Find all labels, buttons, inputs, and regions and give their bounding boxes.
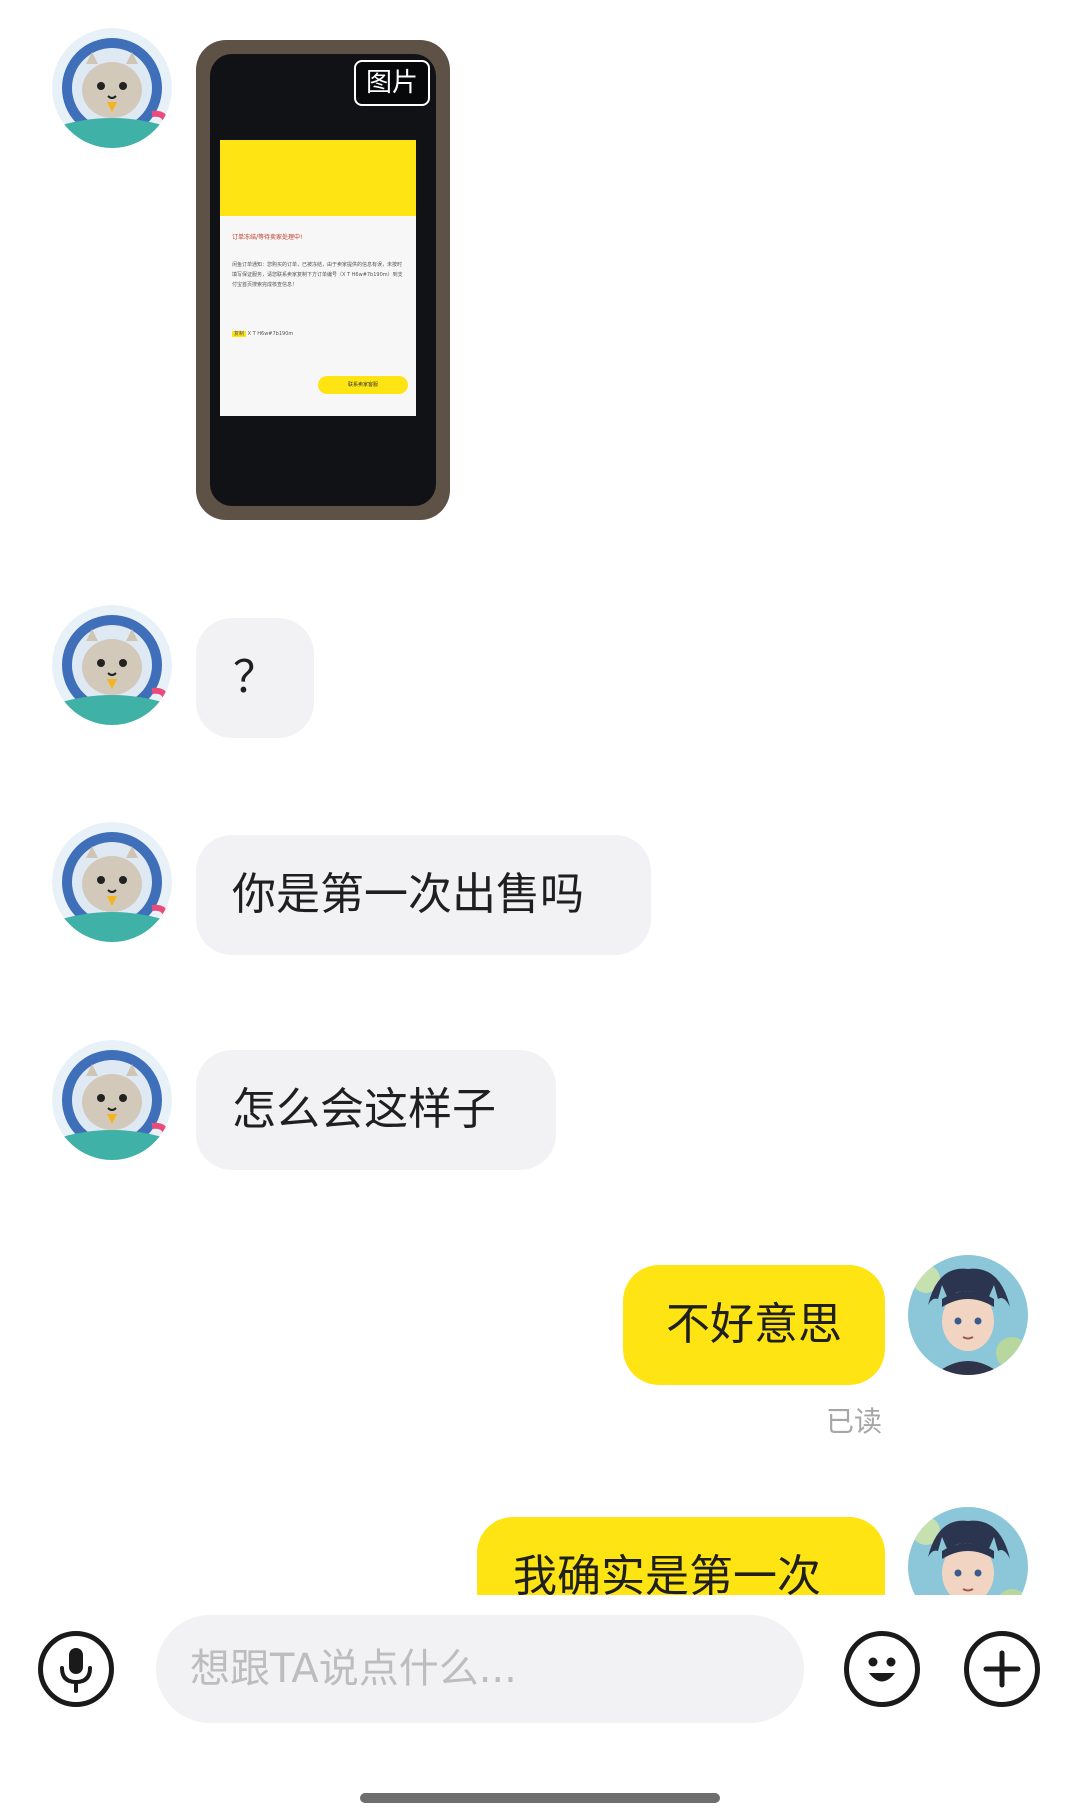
seller-avatar[interactable] — [52, 822, 172, 942]
voice-button[interactable] — [38, 1631, 114, 1707]
message-bubble[interactable]: ？ — [196, 618, 314, 738]
chat-view: 订单冻结/等待卖家处理中! 闲鱼订单通知：您购买的订单，已被冻结，由于卖家提供的… — [0, 0, 1080, 1820]
dialog-title: 订单冻结/等待卖家处理中! — [232, 234, 303, 241]
image-tag: 图片 — [353, 60, 430, 106]
seller-avatar[interactable] — [52, 28, 172, 148]
message-input[interactable] — [156, 1615, 804, 1723]
plus-icon — [983, 1650, 1021, 1688]
dialog-button: 联系卖家客服 — [318, 376, 408, 394]
more-button[interactable] — [964, 1631, 1040, 1707]
dialog-body: 闲鱼订单通知：您购买的订单，已被冻结，由于卖家提供的信息有误，未按时填写保证服务… — [232, 262, 403, 288]
message-bubble[interactable]: 不好意思 — [623, 1265, 885, 1385]
smile-icon — [868, 1657, 896, 1682]
screenshot-dialog: 订单冻结/等待卖家处理中! 闲鱼订单通知：您购买的订单，已被冻结，由于卖家提供的… — [220, 216, 416, 416]
read-status: 已读 — [826, 1405, 883, 1438]
my-avatar[interactable] — [908, 1255, 1028, 1375]
message-bubble[interactable]: 怎么会这样子 — [196, 1050, 556, 1170]
input-bar — [0, 1595, 1080, 1765]
dialog-copy-row: 复制 X T H6w#7b190m — [232, 330, 293, 337]
microphone-icon — [60, 1648, 92, 1693]
emoji-button[interactable] — [844, 1631, 920, 1707]
home-indicator[interactable] — [360, 1793, 720, 1803]
screenshot-header — [220, 140, 416, 220]
message-bubble[interactable]: 你是第一次出售吗 — [196, 835, 651, 955]
seller-avatar[interactable] — [52, 1040, 172, 1160]
seller-avatar[interactable] — [52, 605, 172, 725]
dialog-copy-label: 复制 — [232, 331, 247, 337]
image-message[interactable]: 订单冻结/等待卖家处理中! 闲鱼订单通知：您购买的订单，已被冻结，由于卖家提供的… — [196, 40, 450, 520]
dialog-copy-text: X T H6w#7b190m — [247, 331, 294, 337]
